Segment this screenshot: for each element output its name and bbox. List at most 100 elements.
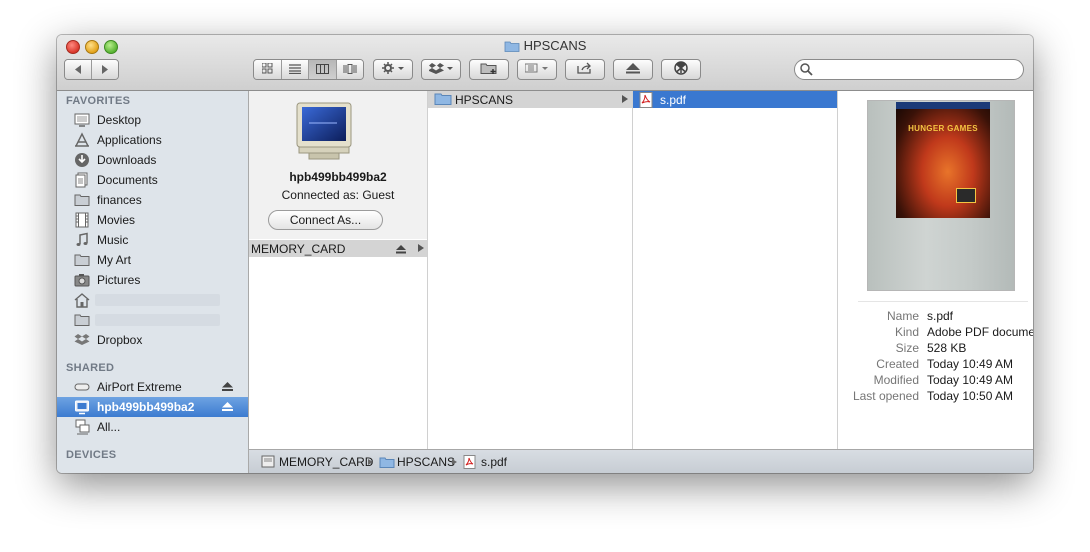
devices-header: DEVICES [66,449,117,461]
folder-icon [74,312,90,328]
applications-icon [74,132,90,148]
list-view-button[interactable] [281,60,309,79]
window-title: HPSCANS [57,38,1033,55]
downloads-icon [74,152,90,168]
connect-as-button[interactable]: Connect As... [268,210,383,230]
arrange-button[interactable] [517,59,557,80]
folder-icon [504,40,520,55]
forward-button[interactable] [92,60,118,79]
info-key-modified: Modified [873,373,919,387]
shared-header: SHARED [66,362,115,374]
gear-icon [382,62,404,77]
sidebar-item-hpb499bb499ba2[interactable]: hpb499bb499ba2 [57,397,248,417]
cover-sticker [956,188,976,203]
preview-pane: HUNGER GAMES Name s.pdf Kind Adobe PDF d… [838,91,1033,449]
memory-card-icon [261,455,275,471]
chevron-right-icon [622,95,628,103]
info-key-created: Created [876,357,919,371]
dropbox-icon [428,62,453,77]
info-value-last-opened: Today 10:50 AM [927,389,1014,403]
eject-icon[interactable] [396,243,406,257]
action-menu-button[interactable] [373,59,413,80]
cover-image: HUNGER GAMES [896,102,990,218]
list-view-icon [288,63,301,77]
sidebar-item-movies[interactable]: Movies [57,210,248,230]
column-view-icon [315,63,329,77]
view-mode-control [253,59,364,80]
coverflow-view-icon [343,63,357,77]
breadcrumb-s-pdf[interactable]: s.pdf [481,455,507,469]
sidebar-item-downloads[interactable]: Downloads [57,150,248,170]
icon-view-button[interactable] [254,60,282,79]
folder-icon [379,456,395,471]
new-folder-button[interactable] [469,59,509,80]
info-key-last-opened: Last opened [852,389,919,403]
cover-band [896,102,990,109]
chevron-right-icon [418,244,424,252]
eject-icon[interactable] [222,401,233,415]
eject-icon [626,62,640,77]
info-value-created: Today 10:49 AM [927,357,1014,371]
favorites-header: FAVORITES [66,95,131,107]
breadcrumb-separator-icon [452,459,457,465]
info-key-name: Name [886,309,919,323]
sidebar-item-pictures[interactable]: Pictures [57,270,248,290]
sidebar-item-documents[interactable]: Documents [57,170,248,190]
server-monitor-icon [295,101,355,166]
sidebar-item-desktop[interactable]: Desktop [57,110,248,130]
sidebar-item-home[interactable] [57,290,248,310]
sidebar-item-all[interactable]: All... [57,417,248,437]
burn-button[interactable] [661,59,701,80]
info-value-modified: Today 10:49 AM [927,373,1014,387]
eject-icon[interactable] [222,381,233,395]
search-icon [800,63,813,79]
folder-icon [434,92,452,109]
divider [858,301,1028,302]
sidebar-item-music[interactable]: Music [57,230,248,250]
documents-icon [74,172,90,188]
search-input[interactable] [817,62,1021,79]
coverflow-view-button[interactable] [336,60,363,79]
back-forward-control [64,59,119,80]
cover-title: HUNGER GAMES [908,124,978,133]
folder-icon [74,252,90,268]
forward-arrow-icon [101,63,109,77]
column-view-button[interactable] [309,60,337,79]
search-field[interactable] [794,59,1024,80]
preview-thumbnail: HUNGER GAMES [867,100,1015,291]
camera-icon [74,272,90,288]
new-folder-icon [480,62,498,78]
movies-icon [74,212,90,228]
monitor-icon [74,399,90,415]
arrange-icon [524,63,549,76]
network-icon [74,419,90,435]
info-key-size: Size [895,341,919,355]
breadcrumb-separator-icon [368,459,373,465]
share-icon [577,62,593,77]
share-button[interactable] [565,59,605,80]
redacted-label [95,294,220,306]
sidebar-item-dropbox[interactable]: Dropbox [57,330,248,350]
sidebar-item-folder[interactable] [57,310,248,330]
sidebar-item-finances[interactable]: finances [57,190,248,210]
eject-button[interactable] [613,59,653,80]
folder-icon [74,192,90,208]
list-item-s-pdf[interactable]: s.pdf [633,91,837,108]
info-value-kind: Adobe PDF document [927,325,1033,339]
back-button[interactable] [65,60,92,79]
breadcrumb-memory-card[interactable]: MEMORY_CARD [279,455,373,469]
column-server: hpb499bb499ba2 Connected as: Guest Conne… [249,91,428,449]
server-info: hpb499bb499ba2 Connected as: Guest Conne… [249,91,427,239]
list-item-hpscans[interactable]: HPSCANS [428,91,632,108]
dropbox-menu-button[interactable] [421,59,461,80]
toolbar: HPSCANS [57,35,1033,91]
path-bar: MEMORY_CARD HPSCANS s.pdf [249,449,1033,473]
sidebar-item-my-art[interactable]: My Art [57,250,248,270]
info-value-name: s.pdf [927,309,954,323]
sidebar-item-airport-extreme[interactable]: AirPort Extreme [57,377,248,397]
home-icon [74,292,90,308]
breadcrumb-hpscans[interactable]: HPSCANS [397,455,455,469]
finder-window: HPSCANS FAVORITES Desktop Applications D… [57,35,1033,473]
sidebar-item-applications[interactable]: Applications [57,130,248,150]
list-item-memory-card[interactable]: MEMORY_CARD [249,240,427,257]
